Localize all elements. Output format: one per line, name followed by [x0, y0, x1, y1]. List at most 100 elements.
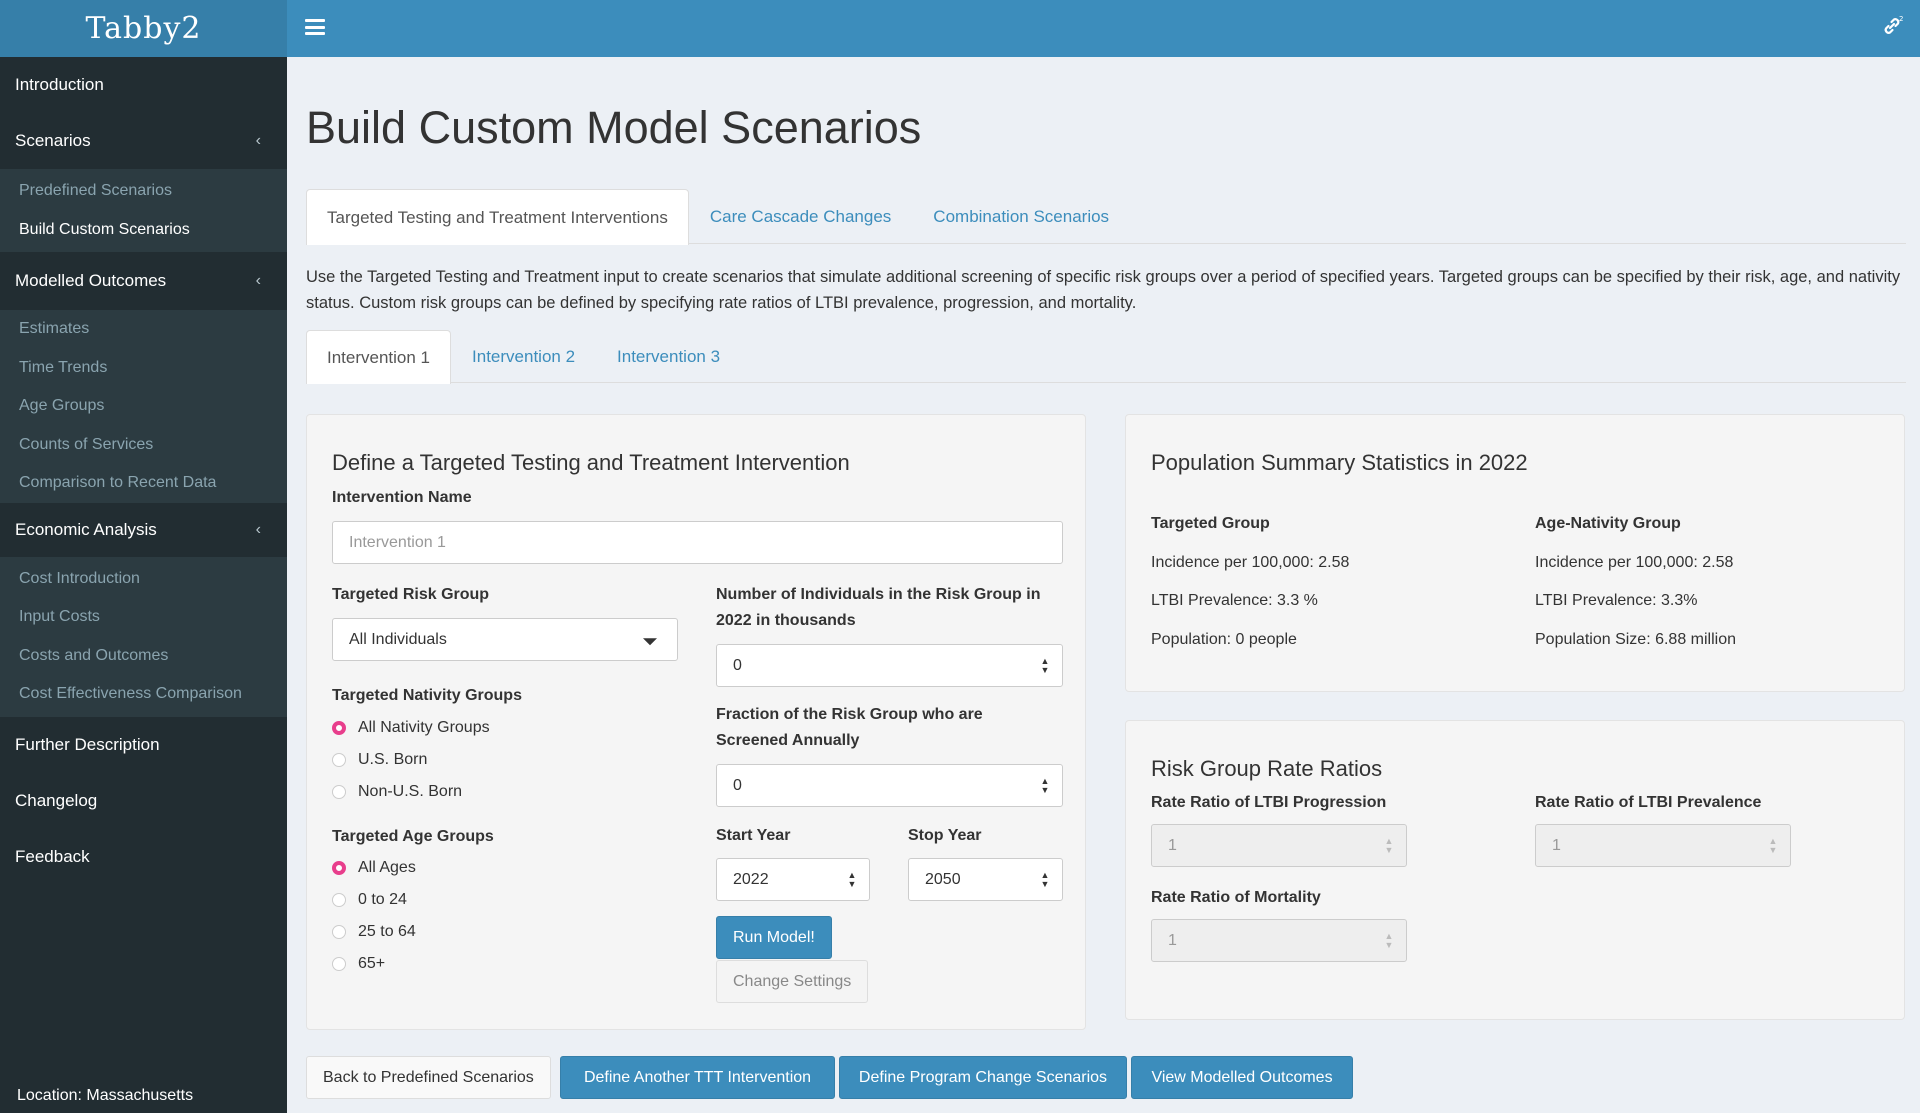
sidebar-submenu-modelled-outcomes: Estimates Time Trends Age Groups Counts …	[0, 310, 287, 503]
radio-button[interactable]	[332, 957, 346, 971]
rate-ratios-panel: Risk Group Rate Ratios Rate Ratio of LTB…	[1125, 720, 1905, 1020]
sidebar-item-scenarios[interactable]: Scenarios ‹	[0, 113, 287, 169]
sidebar-item-changelog[interactable]: Changelog	[0, 773, 287, 829]
tab-intervention-2[interactable]: Intervention 2	[451, 330, 596, 383]
sidebar-item-build-custom-scenarios[interactable]: Build Custom Scenarios	[0, 211, 287, 250]
page-title: Build Custom Model Scenarios	[306, 102, 922, 153]
tab-intervention-3[interactable]: Intervention 3	[596, 330, 741, 383]
mortality-ratio-input[interactable]: 1 ▲ ▼	[1151, 919, 1407, 962]
fraction-screened-input[interactable]: 0 ▲ ▼	[716, 764, 1063, 807]
radio-nativity-non-us-born[interactable]: Non-U.S. Born	[332, 783, 462, 801]
fraction-screened-label-line2: Screened Annually	[716, 732, 860, 749]
svg-text:2: 2	[1899, 15, 1903, 23]
sidebar-item-label: Feedback	[15, 846, 90, 866]
stop-year-label: Stop Year	[908, 827, 982, 844]
population-summary-panel: Population Summary Statistics in 2022 Ta…	[1125, 414, 1905, 692]
fraction-screened-label: Fraction of the Risk Group who are Scree…	[716, 702, 983, 754]
sidebar-item-introduction[interactable]: Introduction	[0, 57, 287, 113]
stepper-icon[interactable]: ▲ ▼	[1040, 656, 1050, 675]
sidebar-item-counts-of-services[interactable]: Counts of Services	[0, 426, 287, 465]
progression-ratio-value: 1	[1168, 836, 1177, 854]
radio-button[interactable]	[332, 753, 346, 767]
sidebar-item-label: Scenarios	[15, 131, 91, 150]
radio-age-all[interactable]: All Ages	[332, 859, 416, 877]
sidebar-item-estimates[interactable]: Estimates	[0, 310, 287, 349]
sidebar-item-label: Introduction	[15, 75, 104, 94]
sidebar-item-time-trends[interactable]: Time Trends	[0, 349, 287, 388]
sidebar-item-cost-effectiveness-comparison[interactable]: Cost Effectiveness Comparison	[0, 675, 287, 714]
radio-button[interactable]	[332, 721, 346, 735]
intervention-name-input[interactable]: Intervention 1	[332, 521, 1063, 564]
individuals-count-label-line1: Number of Individuals in the Risk Group …	[716, 586, 1041, 603]
location-label: Location: Massachusetts	[17, 1087, 194, 1104]
mortality-ratio-label: Rate Ratio of Mortality	[1151, 889, 1321, 906]
start-year-value: 2022	[733, 870, 769, 888]
individuals-count-value: 0	[733, 656, 742, 674]
tab-combination-scenarios[interactable]: Combination Scenarios	[912, 189, 1130, 244]
sidebar-submenu-economic-analysis: Cost Introduction Input Costs Costs and …	[0, 556, 287, 717]
intervention-name-label: Intervention Name	[332, 489, 472, 506]
stop-year-input[interactable]: 2050 ▲ ▼	[908, 858, 1063, 901]
sidebar-item-feedback[interactable]: Feedback	[0, 829, 287, 885]
sidebar-item-input-costs[interactable]: Input Costs	[0, 598, 287, 637]
chevron-left-icon: ‹	[255, 520, 261, 538]
define-another-ttt-button[interactable]: Define Another TTT Intervention	[560, 1056, 835, 1099]
change-settings-button[interactable]: Change Settings	[716, 960, 869, 1003]
risk-group-label: Targeted Risk Group	[332, 586, 490, 603]
sidebar-item-modelled-outcomes[interactable]: Modelled Outcomes ‹	[0, 252, 287, 310]
radio-age-0-24[interactable]: 0 to 24	[332, 891, 407, 909]
sidebar-item-label: Modelled Outcomes	[15, 271, 167, 290]
caret-down-icon	[643, 637, 657, 645]
stepper-icon[interactable]: ▲ ▼	[1040, 776, 1050, 795]
form-title: Define a Targeted Testing and Treatment …	[332, 450, 850, 475]
radio-nativity-us-born[interactable]: U.S. Born	[332, 751, 427, 769]
stepper-icon: ▲ ▼	[1768, 835, 1778, 855]
tab-targeted-testing[interactable]: Targeted Testing and Treatment Intervent…	[306, 189, 689, 245]
rate-ratios-title: Risk Group Rate Ratios	[1151, 756, 1383, 781]
stepper-icon[interactable]: ▲ ▼	[847, 870, 857, 889]
radio-age-25-64[interactable]: 25 to 64	[332, 923, 416, 941]
hamburger-menu-icon[interactable]	[305, 17, 325, 37]
individuals-count-label: Number of Individuals in the Risk Group …	[716, 582, 1040, 634]
radio-label: 25 to 64	[358, 923, 416, 940]
sidebar-menu: Introduction Scenarios ‹ Predefined Scena…	[0, 57, 287, 885]
radio-age-65-plus[interactable]: 65+	[332, 955, 385, 973]
sidebar-item-further-description[interactable]: Further Description	[0, 717, 287, 773]
stepper-icon: ▲ ▼	[1384, 930, 1394, 950]
radio-button[interactable]	[332, 893, 346, 907]
radio-nativity-all[interactable]: All Nativity Groups	[332, 719, 490, 737]
age-nativity-ltbi-prevalence: LTBI Prevalence: 3.3%	[1535, 592, 1698, 609]
run-model-button[interactable]: Run Model!	[716, 916, 832, 959]
prevalence-ratio-label: Rate Ratio of LTBI Prevalence	[1535, 794, 1762, 811]
mortality-ratio-value: 1	[1168, 931, 1177, 949]
sidebar-item-costs-and-outcomes[interactable]: Costs and Outcomes	[0, 637, 287, 676]
app-logo[interactable]: Tabby2	[0, 0, 287, 57]
radio-button[interactable]	[332, 785, 346, 799]
targeted-incidence: Incidence per 100,000: 2.58	[1151, 554, 1350, 571]
stepper-icon[interactable]: ▲ ▼	[1040, 870, 1050, 889]
sidebar-item-predefined-scenarios[interactable]: Predefined Scenarios	[0, 172, 287, 211]
progression-ratio-input[interactable]: 1 ▲ ▼	[1151, 824, 1407, 867]
sidebar-item-label: Economic Analysis	[15, 519, 157, 539]
risk-group-select[interactable]: All Individuals	[332, 618, 678, 661]
start-year-input[interactable]: 2022 ▲ ▼	[716, 858, 870, 901]
individuals-count-input[interactable]: 0 ▲ ▼	[716, 644, 1063, 687]
age-nativity-population-size: Population Size: 6.88 million	[1535, 631, 1737, 648]
stepper-icon: ▲ ▼	[1384, 835, 1394, 855]
sidebar-item-comparison-to-recent-data[interactable]: Comparison to Recent Data	[0, 464, 287, 503]
sidebar-item-cost-introduction[interactable]: Cost Introduction	[0, 560, 287, 599]
tab-care-cascade[interactable]: Care Cascade Changes	[689, 189, 912, 244]
link-icon[interactable]: 2	[1880, 14, 1904, 38]
sidebar-item-economic-analysis[interactable]: Economic Analysis ‹	[0, 503, 287, 557]
scenario-tabs: Targeted Testing and Treatment Intervent…	[306, 189, 1906, 245]
prevalence-ratio-input[interactable]: 1 ▲ ▼	[1535, 824, 1791, 867]
view-modelled-outcomes-button[interactable]: View Modelled Outcomes	[1131, 1056, 1353, 1099]
individuals-count-label-line2: 2022 in thousands	[716, 612, 856, 629]
chevron-left-icon: ‹	[255, 132, 261, 149]
tab-intervention-1[interactable]: Intervention 1	[306, 330, 452, 384]
back-to-predefined-button[interactable]: Back to Predefined Scenarios	[306, 1056, 551, 1099]
radio-button[interactable]	[332, 925, 346, 939]
define-program-change-button[interactable]: Define Program Change Scenarios	[839, 1056, 1127, 1099]
sidebar-item-age-groups[interactable]: Age Groups	[0, 387, 287, 426]
radio-button[interactable]	[332, 861, 346, 875]
